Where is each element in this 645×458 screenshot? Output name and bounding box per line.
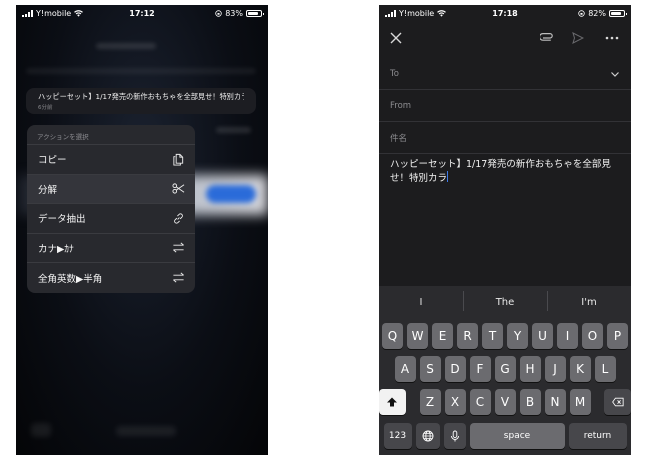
- more-icon[interactable]: [604, 33, 620, 43]
- key-g[interactable]: G: [494, 356, 516, 382]
- text-cursor: [447, 171, 449, 182]
- battery-icon: [246, 10, 264, 17]
- key-v[interactable]: V: [494, 389, 516, 415]
- key-c[interactable]: C: [469, 389, 491, 415]
- key-row-3: ZXCVBNM: [379, 389, 631, 415]
- suggestion-item[interactable]: I: [379, 297, 463, 308]
- menu-item-label: 全角英数▶半角: [38, 273, 103, 285]
- key-p[interactable]: P: [607, 323, 628, 349]
- preview-title: ハッピーセット】1/17発売の新作おもちゃを全部見せ！特別カラ: [38, 92, 244, 101]
- swap-arrows-icon: [171, 271, 185, 285]
- swap-arrows-icon: [171, 241, 185, 255]
- blurred-content: [216, 127, 251, 133]
- shift-key[interactable]: [379, 389, 406, 415]
- key-a[interactable]: A: [394, 356, 416, 382]
- key-x[interactable]: X: [444, 389, 466, 415]
- menu-item-extract-data[interactable]: データ抽出: [27, 204, 195, 234]
- menu-item-label: 分解: [38, 184, 58, 196]
- action-menu: アクションを選択 コピー 分解 データ抽出 カナ▶ｶﾅ 全角英数▶半角: [27, 125, 195, 293]
- blurred-content: [206, 185, 256, 203]
- key-u[interactable]: U: [532, 323, 553, 349]
- suggestion-bar: I The I'm: [379, 286, 631, 318]
- globe-key[interactable]: [415, 423, 440, 449]
- key-m[interactable]: M: [569, 389, 591, 415]
- key-t[interactable]: T: [482, 323, 503, 349]
- copied-text-preview: ハッピーセット】1/17発売の新作おもちゃを全部見せ！特別カラ 6分前: [26, 88, 256, 114]
- backspace-icon: [611, 397, 624, 407]
- blurred-content: [31, 423, 51, 437]
- key-i[interactable]: I: [557, 323, 578, 349]
- menu-item-label: カナ▶ｶﾅ: [38, 243, 74, 255]
- to-field[interactable]: To: [379, 58, 631, 90]
- left-phone-screen: Y!mobile 17:12 83% ハッピーセット】1/17発売の新作おもちゃ…: [16, 5, 268, 455]
- key-r[interactable]: R: [457, 323, 478, 349]
- blurred-content: [26, 68, 256, 74]
- dictation-key[interactable]: [443, 423, 466, 449]
- numbers-key[interactable]: 123: [383, 423, 412, 449]
- key-k[interactable]: K: [569, 356, 591, 382]
- microphone-icon: [450, 430, 459, 442]
- key-f[interactable]: F: [469, 356, 491, 382]
- link-icon: [171, 211, 185, 225]
- key-w[interactable]: W: [407, 323, 428, 349]
- scissors-icon: [171, 182, 185, 196]
- copy-icon: [171, 152, 185, 166]
- key-b[interactable]: B: [519, 389, 541, 415]
- key-h[interactable]: H: [519, 356, 541, 382]
- preview-time: 6分前: [38, 105, 53, 111]
- menu-item-fullwidth-to-halfwidth[interactable]: 全角英数▶半角: [27, 263, 195, 293]
- key-z[interactable]: Z: [419, 389, 441, 415]
- chevron-down-icon[interactable]: [610, 69, 620, 79]
- key-d[interactable]: D: [444, 356, 466, 382]
- from-label: From: [390, 100, 412, 111]
- action-menu-header: アクションを選択: [27, 125, 195, 145]
- globe-icon: [422, 430, 433, 442]
- return-key[interactable]: return: [568, 423, 627, 449]
- blurred-content: [96, 43, 156, 49]
- status-bar: Y!mobile 17:18 82%: [379, 5, 631, 23]
- suggestion-item[interactable]: The: [463, 290, 547, 311]
- space-key[interactable]: space: [469, 423, 565, 449]
- battery-percent: 83%: [225, 9, 243, 18]
- key-s[interactable]: S: [419, 356, 441, 382]
- orientation-lock-icon: [215, 10, 222, 17]
- to-label: To: [390, 68, 399, 79]
- key-row-2: ASDFGHJKL: [379, 356, 631, 382]
- key-row-1: QWERTYUIOP: [379, 323, 631, 349]
- subject-field[interactable]: 件名: [379, 122, 631, 154]
- blurred-content: [116, 426, 176, 436]
- shift-arrow-icon: [387, 397, 398, 407]
- key-j[interactable]: J: [544, 356, 566, 382]
- right-phone-screen: Y!mobile 17:18 82% To From 件名 ハッピーセット】1/…: [379, 5, 631, 455]
- menu-item-kana-to-halfwidth[interactable]: カナ▶ｶﾅ: [27, 234, 195, 263]
- suggestion-item[interactable]: I'm: [547, 290, 631, 311]
- close-icon[interactable]: [389, 31, 403, 45]
- keyboard: I The I'm QWERTYUIOP ASDFGHJKL ZXCVBNM 1…: [379, 286, 631, 455]
- key-l[interactable]: L: [594, 356, 616, 382]
- key-y[interactable]: Y: [507, 323, 528, 349]
- from-field[interactable]: From: [379, 90, 631, 122]
- key-e[interactable]: E: [432, 323, 453, 349]
- battery-percent: 82%: [588, 9, 606, 18]
- battery-icon: [609, 10, 627, 17]
- status-bar: Y!mobile 17:12 83%: [16, 5, 268, 23]
- menu-item-label: コピー: [38, 155, 67, 167]
- key-o[interactable]: O: [582, 323, 603, 349]
- mail-body-editor[interactable]: ハッピーセット】1/17発売の新作おもちゃを全部見せ！特別カラ: [390, 158, 622, 185]
- send-icon[interactable]: [572, 32, 584, 44]
- orientation-lock-icon: [578, 10, 585, 17]
- menu-item-split[interactable]: 分解: [27, 174, 195, 204]
- key-q[interactable]: Q: [382, 323, 403, 349]
- menu-item-label: データ抽出: [38, 214, 86, 226]
- key-row-4: 123 space return: [379, 423, 631, 449]
- compose-toolbar: [379, 23, 631, 55]
- menu-item-copy[interactable]: コピー: [27, 145, 195, 175]
- key-n[interactable]: N: [544, 389, 566, 415]
- mail-body-text: ハッピーセット】1/17発売の新作おもちゃを全部見せ！特別カラ: [390, 159, 611, 184]
- attachment-icon[interactable]: [540, 32, 554, 44]
- delete-key[interactable]: [604, 389, 631, 415]
- subject-placeholder: 件名: [390, 133, 408, 144]
